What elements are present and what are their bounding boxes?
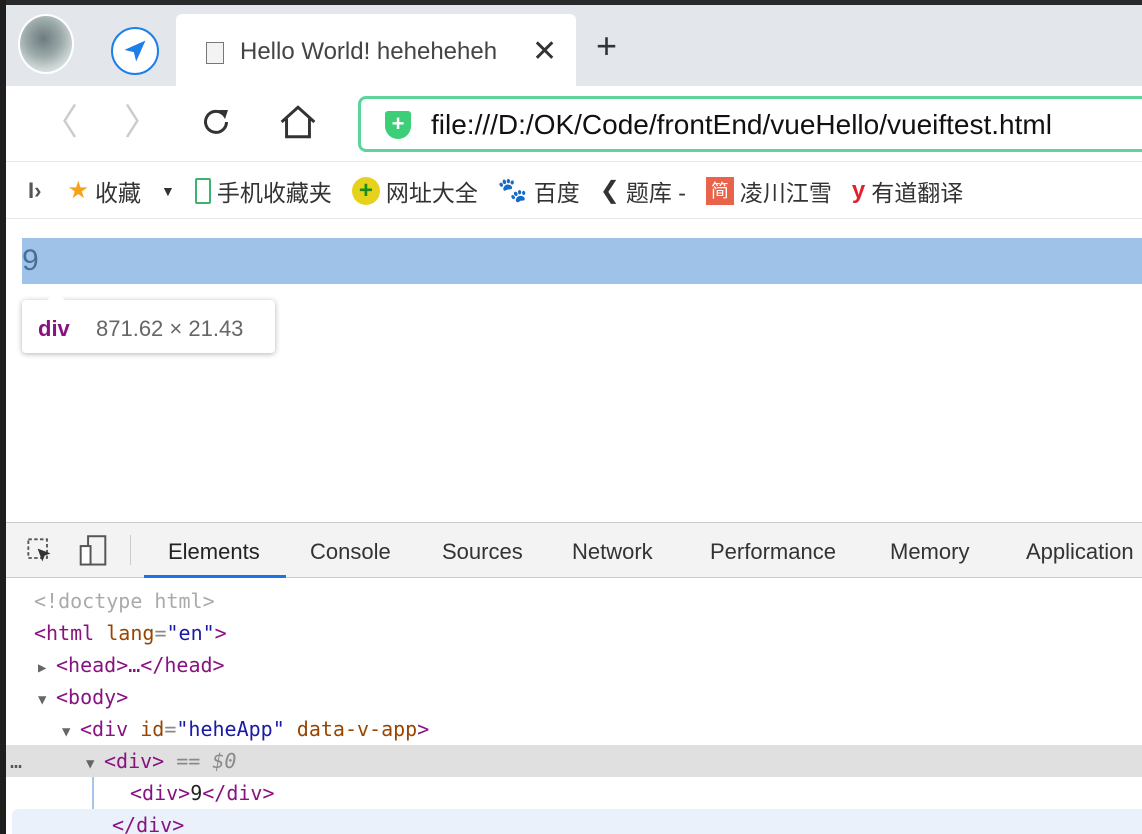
address-bar[interactable]: + file:///D:/OK/Code/frontEnd/vueHello/v… xyxy=(358,96,1142,152)
dom-tree: <!doctype html> <html lang="en"> ▶ <head>… xyxy=(6,579,1142,834)
document-icon xyxy=(206,42,224,64)
bookmark-jianshu[interactable]: 简凌川江雪 xyxy=(705,174,832,208)
star-icon: ★ xyxy=(67,177,89,204)
avatar[interactable] xyxy=(18,14,74,74)
tree-row-app-div[interactable]: ▼ <div id="heheApp" data-v-app> xyxy=(6,713,1142,745)
forward-button[interactable]: 〉 xyxy=(124,104,160,140)
bookmarks-bar: I› ★ 收藏 ▼ 手机收藏夹 + 网址大全 🐾 百度 ❮ 题库 - 简凌川江雪 y 有道翻… xyxy=(6,163,1142,219)
collapse-triangle-icon[interactable]: ▼ xyxy=(62,716,80,748)
chevron-down-icon[interactable]: ▼ xyxy=(161,183,175,199)
devtools-panel: Elements Console Sources Network Perform… xyxy=(6,522,1142,834)
expand-triangle-icon[interactable]: ▶ xyxy=(38,652,56,684)
reload-button[interactable] xyxy=(198,104,234,146)
page-viewport: 9 div 871.62 × 21.43 xyxy=(6,220,1142,522)
close-tab-icon[interactable]: ✕ xyxy=(532,34,557,69)
navigation-arrow-icon[interactable] xyxy=(111,27,159,75)
inspect-tooltip: div 871.62 × 21.43 xyxy=(22,291,275,353)
browser-window: Hello World! heheheheh ✕ + 〈 〉 + file://… xyxy=(6,0,1142,834)
tree-row-doctype[interactable]: <!doctype html> xyxy=(6,585,1142,617)
divider xyxy=(130,535,131,565)
tree-row-close-div[interactable]: </div> xyxy=(12,809,1142,834)
title-strip xyxy=(6,0,1142,5)
tab-memory[interactable]: Memory xyxy=(890,539,969,565)
tree-row-inner-div[interactable]: <div>9</div> xyxy=(6,777,1142,809)
tab-performance[interactable]: Performance xyxy=(710,539,836,565)
tab-application[interactable]: Application xyxy=(1026,539,1134,565)
more-options-icon[interactable]: … xyxy=(10,745,22,777)
sidebar-toggle-icon[interactable]: I› xyxy=(28,178,41,204)
bookmark-mobile[interactable]: 手机收藏夹 xyxy=(194,174,332,208)
inspected-element-highlight: 9 xyxy=(22,238,1142,284)
devtools-tabbar: Elements Console Sources Network Perform… xyxy=(6,523,1142,578)
tree-row-html[interactable]: <html lang="en"> xyxy=(6,617,1142,649)
home-button[interactable] xyxy=(278,104,318,146)
tab-active[interactable]: Hello World! heheheheh ✕ xyxy=(176,14,576,86)
baidu-paw-icon: 🐾 xyxy=(497,177,528,204)
plus-globe-icon: + xyxy=(351,176,380,205)
page-content: 9 xyxy=(22,244,39,277)
active-tab-indicator xyxy=(144,575,286,578)
tree-row-selected-div[interactable]: … ▼ <div> == $0 xyxy=(6,745,1142,777)
shield-icon: + xyxy=(385,111,411,139)
new-tab-button[interactable]: + xyxy=(596,28,617,64)
inspect-element-icon[interactable] xyxy=(26,537,54,570)
phone-icon xyxy=(194,177,211,204)
tab-elements[interactable]: Elements xyxy=(168,539,260,565)
reload-icon xyxy=(204,109,228,134)
bookmark-hao[interactable]: + 网址大全 xyxy=(351,174,478,208)
tab-sources[interactable]: Sources xyxy=(442,539,523,565)
tab-console[interactable]: Console xyxy=(310,539,391,565)
back-button[interactable]: 〈 xyxy=(42,104,78,140)
collapse-triangle-icon[interactable]: ▼ xyxy=(86,748,104,780)
toolbar: 〈 〉 + file:///D:/OK/Code/frontEnd/vueHel… xyxy=(6,86,1142,162)
tree-row-body[interactable]: ▼ <body> xyxy=(6,681,1142,713)
bookmark-tiku[interactable]: ❮ 题库 - xyxy=(600,174,686,208)
home-icon xyxy=(280,105,316,139)
youdao-icon: y xyxy=(851,176,866,204)
collapse-triangle-icon[interactable]: ▼ xyxy=(38,684,56,716)
bookmark-favorites[interactable]: ★ 收藏 ▼ xyxy=(67,174,174,208)
device-toolbar-icon[interactable] xyxy=(78,535,108,572)
url-text[interactable]: file:///D:/OK/Code/frontEnd/vueHello/vue… xyxy=(431,109,1052,141)
tree-row-head[interactable]: ▶ <head>…</head> xyxy=(6,649,1142,681)
tab-bar: Hello World! heheheheh ✕ + xyxy=(6,0,1142,86)
tab-network[interactable]: Network xyxy=(572,539,653,565)
bookmark-youdao[interactable]: y 有道翻译 xyxy=(852,174,963,208)
jian-icon: 简 xyxy=(705,176,734,205)
bookmark-baidu[interactable]: 🐾 百度 xyxy=(498,174,580,208)
tab-title: Hello World! heheheheh xyxy=(240,38,498,65)
tiku-icon: ❮ xyxy=(599,177,620,204)
